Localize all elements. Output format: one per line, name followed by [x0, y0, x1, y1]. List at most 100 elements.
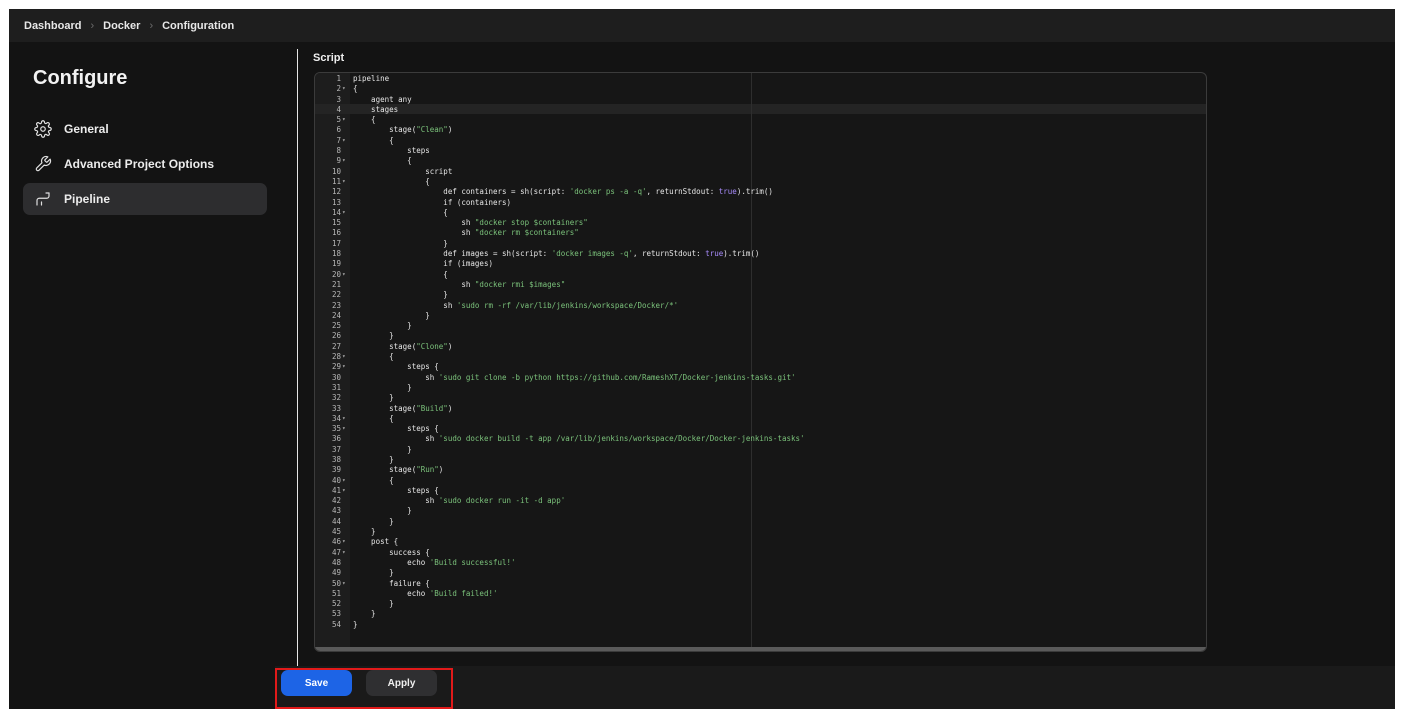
sidebar-item-general[interactable]: General	[23, 113, 267, 145]
line-number: 45	[331, 527, 341, 537]
line-number: 15	[331, 218, 341, 228]
line-number: 49	[331, 568, 341, 578]
code-text: }	[353, 321, 412, 331]
code-text: }	[353, 527, 376, 537]
line-number: 54	[331, 619, 341, 629]
breadcrumb-dashboard[interactable]: Dashboard	[24, 20, 81, 32]
code-text: {	[353, 475, 394, 485]
line-number: 53	[331, 609, 341, 619]
pipeline-icon	[33, 189, 53, 209]
code-text: pipeline	[353, 74, 390, 83]
breadcrumb-configuration[interactable]: Configuration	[162, 20, 234, 32]
breadcrumb-docker[interactable]: Docker	[103, 20, 140, 32]
line-number: 26	[331, 331, 341, 341]
fold-toggle-icon[interactable]: ▾	[342, 476, 350, 486]
line-number: 17	[331, 238, 341, 248]
sidebar-item-advanced-project-options[interactable]: Advanced Project Options	[23, 148, 267, 180]
fold-toggle-icon[interactable]: ▾	[342, 156, 350, 166]
fold-toggle-icon[interactable]: ▾	[342, 352, 350, 362]
code-text: {	[353, 135, 394, 145]
sidebar-item-label: Pipeline	[64, 192, 111, 206]
line-number: 41	[331, 485, 341, 495]
script-editor[interactable]: 1 pipeline 2 ▾{3 agent any 4 stages 5 ▾ {6 sta…	[314, 72, 1207, 652]
line-number: 5	[336, 115, 341, 125]
sidebar-item-pipeline[interactable]: Pipeline	[23, 183, 267, 215]
line-number: 37	[331, 444, 341, 454]
code-text: failure {	[353, 578, 430, 588]
code-text: }	[353, 506, 412, 516]
code-text: }	[353, 393, 394, 403]
code-text: }	[353, 331, 394, 341]
code-text: {	[353, 176, 430, 186]
print-margin	[751, 73, 752, 651]
fold-toggle-icon[interactable]: ▾	[342, 414, 350, 424]
line-number: 29	[331, 362, 341, 372]
line-number: 25	[331, 321, 341, 331]
fold-toggle-icon[interactable]: ▾	[342, 579, 350, 589]
fold-toggle-icon[interactable]: ▾	[342, 177, 350, 187]
string-token: 'docker ps -a -q'	[569, 187, 647, 197]
line-number: 28	[331, 352, 341, 362]
fold-toggle-icon[interactable]: ▾	[342, 486, 350, 496]
line-number: 34	[331, 413, 341, 423]
line-number: 20	[331, 269, 341, 279]
string-token: 'Build failed!'	[429, 588, 498, 598]
code-text: sh "docker stop $containers"	[353, 218, 588, 228]
code-text: }	[353, 444, 412, 454]
code-text: steps {	[353, 362, 439, 372]
fold-toggle-icon[interactable]: ▾	[342, 136, 350, 146]
string-token: 'sudo git clone -b python https://github…	[438, 372, 796, 382]
fold-toggle-icon[interactable]: ▾	[342, 424, 350, 434]
apply-button[interactable]: Apply	[366, 670, 437, 696]
code-text: stages	[353, 104, 399, 114]
save-button[interactable]: Save	[281, 670, 352, 696]
code-text: {	[353, 413, 394, 423]
string-token: 'Build successful!'	[429, 557, 516, 567]
line-number: 39	[331, 465, 341, 475]
string-token: 'sudo docker build -t app /var/lib/jenki…	[438, 434, 805, 444]
breadcrumb-separator-icon: ›	[149, 19, 154, 32]
horizontal-scrollbar[interactable]	[315, 647, 1206, 651]
string-token: "Clone"	[416, 341, 448, 351]
line-number: 27	[331, 341, 341, 351]
fold-toggle-icon[interactable]: ▾	[342, 208, 350, 218]
line-number: 32	[331, 393, 341, 403]
line-number: 10	[331, 166, 341, 176]
line-number: 47	[331, 547, 341, 557]
string-token: "Run"	[416, 465, 439, 475]
breadcrumb-separator-icon: ›	[90, 19, 95, 32]
fold-toggle-icon[interactable]: ▾	[342, 84, 350, 94]
code-text: def images = sh(script: 'docker images -…	[353, 249, 760, 259]
fold-toggle-icon[interactable]: ▾	[342, 270, 350, 280]
code-text: success {	[353, 547, 430, 557]
fold-toggle-icon[interactable]: ▾	[342, 362, 350, 372]
line-number: 22	[331, 290, 341, 300]
line-number: 48	[331, 557, 341, 567]
line-number: 6	[336, 125, 341, 135]
code-text: sh 'sudo docker build -t app /var/lib/je…	[353, 434, 805, 444]
line-number: 12	[331, 187, 341, 197]
fold-toggle-icon[interactable]: ▾	[342, 548, 350, 558]
code-text: stage("Run")	[353, 465, 444, 475]
line-number: 19	[331, 259, 341, 269]
line-number: 38	[331, 454, 341, 464]
code-text: {	[353, 207, 448, 217]
code-text: stage("Clean")	[353, 125, 453, 135]
line-number: 35	[331, 424, 341, 434]
line-number: 52	[331, 599, 341, 609]
code-text: agent any	[353, 94, 412, 104]
line-number: 40	[331, 475, 341, 485]
line-number: 13	[331, 197, 341, 207]
line-number: 23	[331, 300, 341, 310]
code-text: }	[353, 619, 358, 629]
code-text: {	[353, 352, 394, 362]
fold-toggle-icon[interactable]: ▾	[342, 115, 350, 125]
line-number: 36	[331, 434, 341, 444]
line-number: 51	[331, 588, 341, 598]
code-text: {	[353, 269, 448, 279]
line-number: 14	[331, 207, 341, 217]
line-number: 31	[331, 382, 341, 392]
code-text: sh 'sudo docker run -it -d app'	[353, 496, 566, 506]
line-number: 46	[331, 537, 341, 547]
fold-toggle-icon[interactable]: ▾	[342, 537, 350, 547]
